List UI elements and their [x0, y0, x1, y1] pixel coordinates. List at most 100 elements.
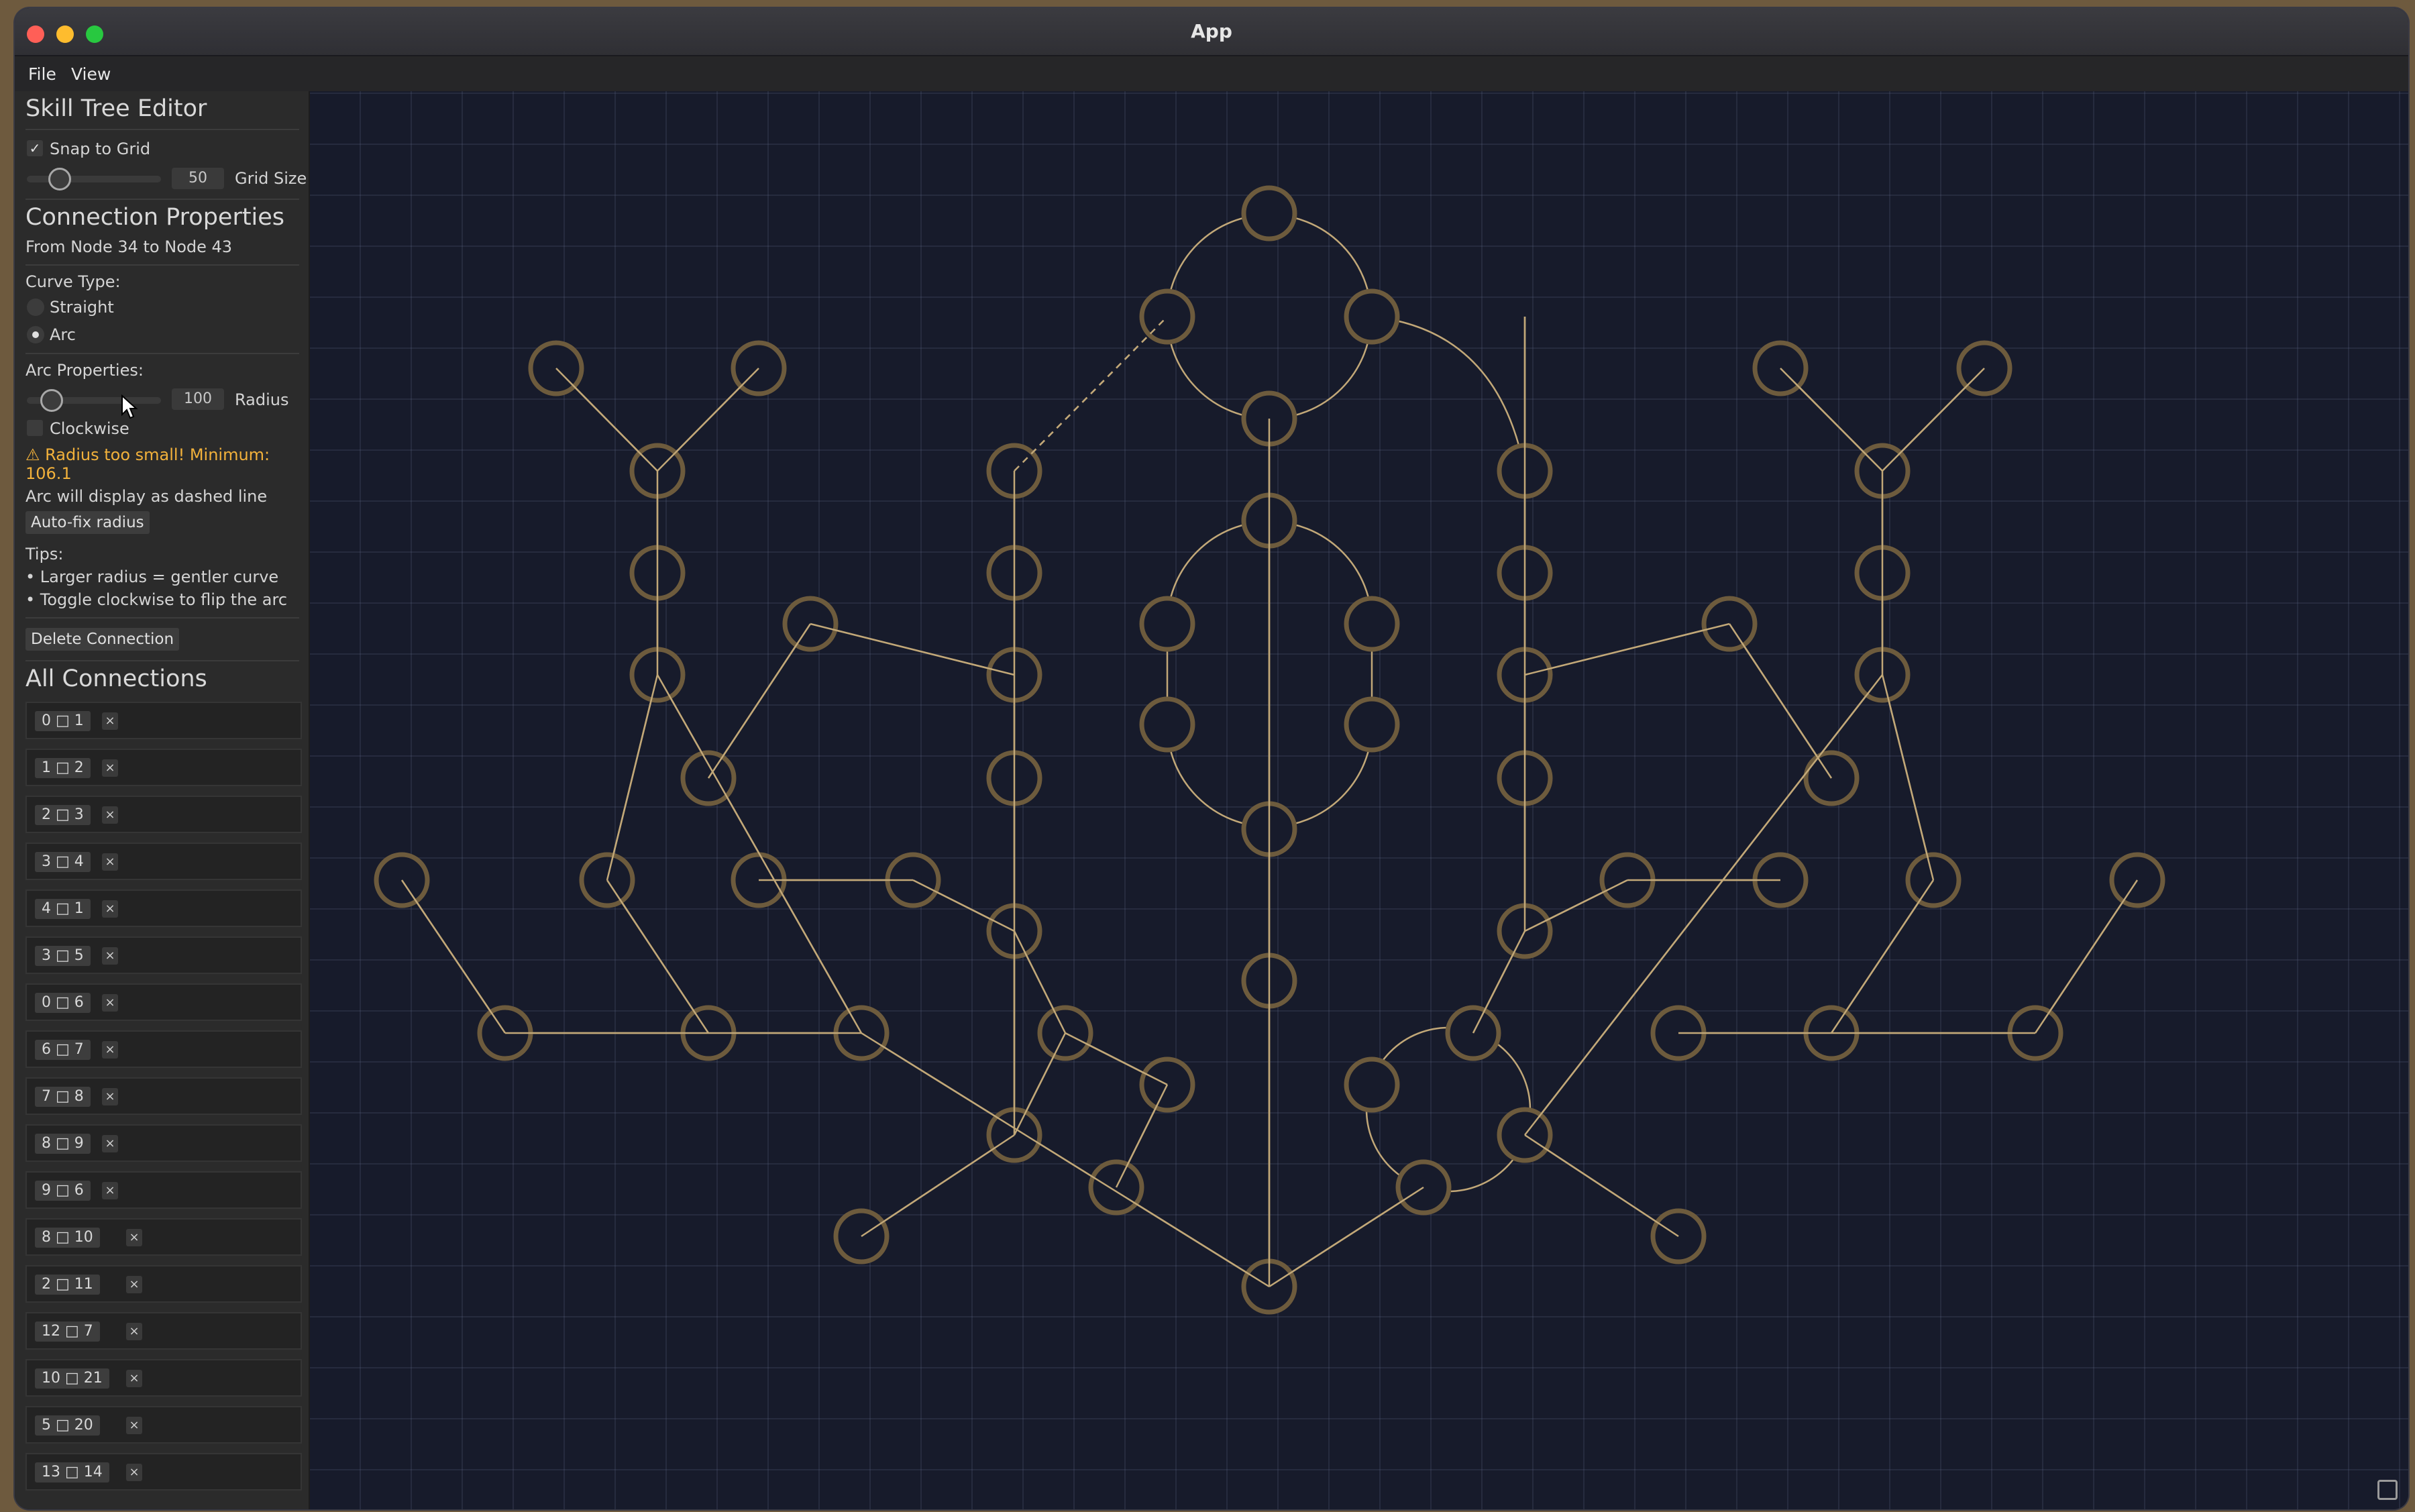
menu-file[interactable]: File — [28, 64, 56, 84]
connection-line[interactable] — [861, 1134, 1015, 1238]
connection-row[interactable]: 0 □ 1 × — [25, 702, 302, 739]
connection-label[interactable]: 0 □ 1 — [35, 711, 91, 731]
connection-row[interactable]: 4 □ 1 × — [25, 889, 302, 927]
connection-row[interactable]: 2 □ 11 × — [25, 1265, 302, 1303]
snap-to-grid-checkbox[interactable]: ✓ — [27, 140, 43, 156]
arc-connection-ring[interactable] — [1365, 1026, 1532, 1193]
skill-node[interactable] — [1344, 288, 1400, 345]
connection-line[interactable] — [1524, 623, 1730, 676]
skill-node[interactable] — [1344, 1057, 1400, 1113]
connection-line[interactable] — [861, 1032, 1270, 1288]
connection-line[interactable] — [1881, 674, 1935, 881]
connection-line[interactable] — [1882, 368, 1985, 472]
skill-node[interactable] — [1241, 185, 1297, 241]
curve-straight-radio[interactable] — [27, 299, 44, 316]
skill-node[interactable] — [1139, 696, 1195, 753]
skill-node[interactable] — [1344, 596, 1400, 652]
remove-connection-button[interactable]: × — [102, 1135, 118, 1152]
radius-slider-handle[interactable] — [40, 389, 63, 412]
arc-connection-line[interactable] — [1371, 315, 1526, 472]
auto-fix-radius-button[interactable]: Auto-fix radius — [25, 511, 150, 534]
connection-row[interactable]: 1 □ 2 × — [25, 749, 302, 786]
menu-view[interactable]: View — [71, 64, 111, 84]
connection-label[interactable]: 3 □ 4 — [35, 852, 91, 872]
connection-label[interactable]: 5 □ 20 — [35, 1415, 100, 1436]
remove-connection-button[interactable]: × — [126, 1229, 142, 1246]
connection-row[interactable]: 9 □ 6 × — [25, 1171, 302, 1209]
connection-line[interactable] — [1065, 1032, 1168, 1086]
skill-node[interactable] — [1344, 696, 1400, 753]
remove-connection-button[interactable]: × — [126, 1276, 142, 1293]
connection-label[interactable]: 1 □ 2 — [35, 758, 91, 778]
remove-connection-button[interactable]: × — [102, 947, 118, 965]
connection-label[interactable]: 9 □ 6 — [35, 1181, 91, 1201]
selected-connection-line[interactable] — [1014, 316, 1168, 472]
connection-line[interactable] — [2034, 879, 2139, 1034]
remove-connection-button[interactable]: × — [126, 1464, 142, 1481]
remove-connection-button[interactable]: × — [102, 853, 118, 871]
connection-row[interactable]: 2 □ 3 × — [25, 796, 302, 833]
connection-label[interactable]: 2 □ 11 — [35, 1275, 100, 1295]
connection-line[interactable] — [1472, 930, 1526, 1034]
connection-line[interactable] — [810, 623, 1015, 676]
connection-line[interactable] — [1115, 1084, 1169, 1188]
connection-label[interactable]: 7 □ 8 — [35, 1087, 91, 1107]
connection-row[interactable]: 8 □ 9 × — [25, 1124, 302, 1162]
connection-row[interactable]: 8 □ 10 × — [25, 1218, 302, 1256]
skill-node[interactable] — [1139, 596, 1195, 652]
connection-line[interactable] — [912, 879, 1015, 932]
connection-label[interactable]: 12 □ 7 — [35, 1321, 100, 1342]
connection-line[interactable] — [1013, 1032, 1067, 1136]
grid-size-slider-handle[interactable] — [48, 168, 71, 191]
connection-label[interactable]: 10 □ 21 — [35, 1368, 109, 1389]
delete-connection-button[interactable]: Delete Connection — [25, 628, 180, 651]
connection-label[interactable]: 8 □ 10 — [35, 1228, 100, 1248]
connection-line[interactable] — [606, 879, 710, 1034]
connection-label[interactable]: 0 □ 6 — [35, 993, 91, 1013]
connection-line[interactable] — [1013, 930, 1067, 1034]
remove-connection-button[interactable]: × — [102, 806, 118, 824]
connection-row[interactable]: 6 □ 7 × — [25, 1030, 302, 1068]
connection-label[interactable]: 3 □ 5 — [35, 946, 91, 966]
remove-connection-button[interactable]: × — [126, 1370, 142, 1387]
curve-arc-radio[interactable] — [27, 326, 44, 343]
remove-connection-button[interactable]: × — [102, 900, 118, 918]
grid-size-input[interactable]: 50 — [172, 168, 224, 189]
connection-row[interactable]: 12 □ 7 × — [25, 1312, 302, 1350]
remove-connection-button[interactable]: × — [102, 712, 118, 730]
radius-input[interactable]: 100 — [172, 388, 224, 410]
connection-line[interactable] — [657, 368, 759, 472]
connection-row[interactable]: 5 □ 20 × — [25, 1406, 302, 1444]
connection-row[interactable]: 7 □ 8 × — [25, 1077, 302, 1115]
connection-line[interactable] — [1728, 623, 1833, 779]
connection-line[interactable] — [1269, 1186, 1424, 1288]
connection-line[interactable] — [555, 368, 658, 472]
connection-row[interactable]: 10 □ 21 × — [25, 1359, 302, 1397]
connection-line[interactable] — [1830, 879, 1935, 1034]
connection-row[interactable]: 3 □ 4 × — [25, 843, 302, 880]
connection-label[interactable]: 4 □ 1 — [35, 899, 91, 919]
skill-tree-canvas[interactable] — [310, 91, 2408, 1509]
connection-label[interactable]: 6 □ 7 — [35, 1040, 91, 1060]
connection-line[interactable] — [606, 674, 659, 881]
arc-connection-ring[interactable] — [1166, 213, 1373, 420]
connection-row[interactable]: 0 □ 6 × — [25, 983, 302, 1021]
connection-line[interactable] — [1524, 1134, 1679, 1238]
remove-connection-button[interactable]: × — [102, 759, 118, 777]
connection-line[interactable] — [656, 674, 863, 1034]
connection-label[interactable]: 13 □ 14 — [35, 1462, 109, 1482]
grid-size-slider[interactable] — [27, 176, 161, 182]
remove-connection-button[interactable]: × — [102, 1088, 118, 1105]
connection-label[interactable]: 2 □ 3 — [35, 805, 91, 825]
remove-connection-button[interactable]: × — [126, 1323, 142, 1340]
remove-connection-button[interactable]: × — [102, 1041, 118, 1059]
connection-row[interactable]: 13 □ 14 × — [25, 1453, 302, 1491]
remove-connection-button[interactable]: × — [126, 1417, 142, 1434]
remove-connection-button[interactable]: × — [102, 1182, 118, 1199]
connection-row[interactable]: 3 □ 5 × — [25, 936, 302, 974]
screenshot-capture-icon[interactable] — [2377, 1480, 2398, 1500]
connection-line[interactable] — [707, 623, 812, 779]
skill-tree-graph[interactable] — [310, 91, 2408, 1509]
remove-connection-button[interactable]: × — [102, 994, 118, 1012]
connection-line[interactable] — [1780, 368, 1883, 472]
